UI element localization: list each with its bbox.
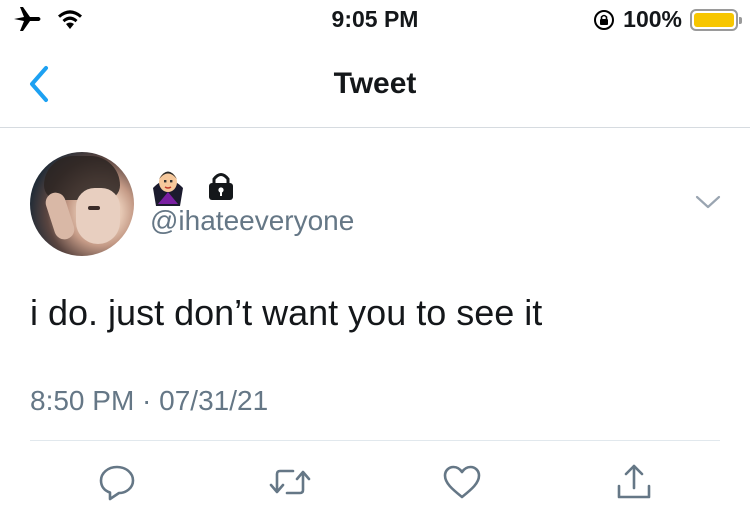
status-bar: 9:05 PM 100% xyxy=(0,0,750,40)
retweet-icon xyxy=(269,469,311,495)
tweet-text: i do. just don’t want you to see it xyxy=(30,292,543,333)
share-icon xyxy=(617,464,651,499)
share-button[interactable] xyxy=(612,460,656,504)
vampire-icon xyxy=(153,171,183,206)
battery-tip xyxy=(739,16,742,24)
avatar[interactable] xyxy=(30,152,134,256)
retweet-button[interactable] xyxy=(268,460,312,504)
page-title: Tweet xyxy=(333,67,417,100)
avatar-face xyxy=(76,188,120,244)
orientation-lock-icon xyxy=(594,9,615,30)
divider xyxy=(30,440,720,441)
status-right: 100% xyxy=(593,6,742,33)
battery-percent: 100% xyxy=(623,6,682,32)
tweet-timestamp: 8:50 PM · 07/31/21 xyxy=(30,385,269,416)
lock-icon xyxy=(209,173,233,200)
display-name[interactable] xyxy=(150,166,236,206)
reply-button[interactable] xyxy=(95,460,139,504)
like-button[interactable] xyxy=(440,460,484,504)
battery-level xyxy=(694,12,734,27)
more-options-button[interactable] xyxy=(693,191,723,213)
reply-icon xyxy=(99,465,135,501)
action-bar xyxy=(0,460,750,510)
battery-icon xyxy=(690,8,742,31)
avatar-eye xyxy=(88,206,100,210)
nav-bar: Tweet xyxy=(0,40,750,128)
user-handle[interactable]: @ihateeveryone xyxy=(150,205,354,237)
chevron-down-icon xyxy=(695,195,721,209)
like-icon xyxy=(443,465,481,499)
